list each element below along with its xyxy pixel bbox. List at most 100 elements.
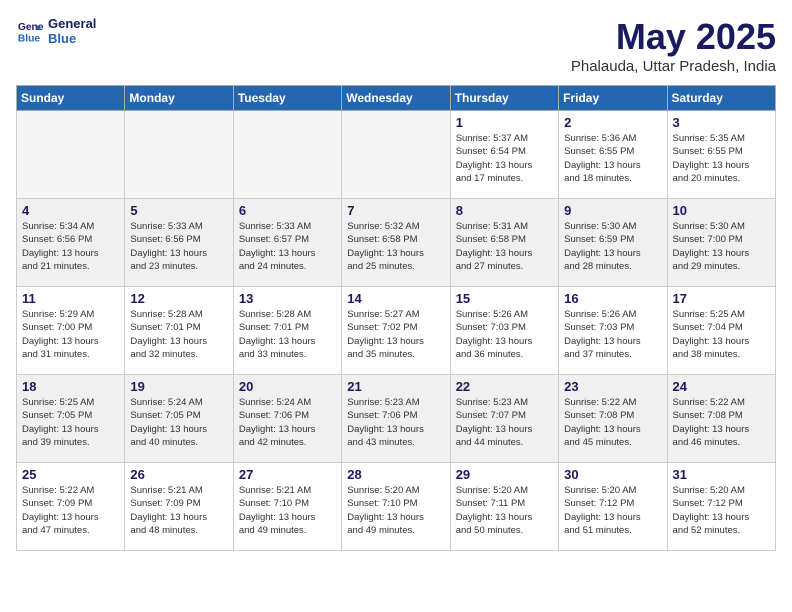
day-number: 27 — [239, 467, 336, 482]
day-detail: Sunrise: 5:23 AM Sunset: 7:06 PM Dayligh… — [347, 396, 444, 449]
calendar-cell: 26 Sunrise: 5:21 AM Sunset: 7:09 PM Dayli… — [125, 463, 233, 551]
day-detail: Sunrise: 5:33 AM Sunset: 6:57 PM Dayligh… — [239, 220, 336, 273]
day-detail: Sunrise: 5:27 AM Sunset: 7:02 PM Dayligh… — [347, 308, 444, 361]
day-detail: Sunrise: 5:36 AM Sunset: 6:55 PM Dayligh… — [564, 132, 661, 185]
calendar-cell: 13 Sunrise: 5:28 AM Sunset: 7:01 PM Dayli… — [233, 287, 341, 375]
calendar-cell: 20Sunrise: 5:24 AM Sunset: 7:06 PM Dayli… — [233, 375, 341, 463]
day-detail: Sunrise: 5:25 AM Sunset: 7:05 PM Dayligh… — [22, 396, 119, 449]
day-detail: Sunrise: 5:28 AM Sunset: 7:01 PM Dayligh… — [239, 308, 336, 361]
day-number: 14 — [347, 291, 444, 306]
day-detail: Sunrise: 5:20 AM Sunset: 7:12 PM Dayligh… — [673, 484, 770, 537]
calendar-cell: 25 Sunrise: 5:22 AM Sunset: 7:09 PM Dayli… — [17, 463, 125, 551]
day-detail: Sunrise: 5:22 AM Sunset: 7:08 PM Dayligh… — [564, 396, 661, 449]
day-number: 16 — [564, 291, 661, 306]
calendar-cell: 21 Sunrise: 5:23 AM Sunset: 7:06 PM Dayli… — [342, 375, 450, 463]
day-detail: Sunrise: 5:26 AM Sunset: 7:03 PM Dayligh… — [564, 308, 661, 361]
svg-text:General: General — [18, 22, 44, 33]
month-year-title: May 2025 — [571, 16, 776, 58]
day-number: 9 — [564, 203, 661, 218]
day-number: 1 — [456, 115, 553, 130]
calendar-cell — [233, 111, 341, 199]
day-number: 23 — [564, 379, 661, 394]
logo-icon: General Blue — [16, 17, 44, 45]
day-detail: Sunrise: 5:31 AM Sunset: 6:58 PM Dayligh… — [456, 220, 553, 273]
calendar-cell: 18 Sunrise: 5:25 AM Sunset: 7:05 PM Dayli… — [17, 375, 125, 463]
calendar-cell: 30Sunrise: 5:20 AM Sunset: 7:12 PM Dayli… — [559, 463, 667, 551]
calendar-cell: 31Sunrise: 5:20 AM Sunset: 7:12 PM Dayli… — [667, 463, 775, 551]
day-number: 7 — [347, 203, 444, 218]
day-number: 13 — [239, 291, 336, 306]
calendar-week-row: 4Sunrise: 5:34 AM Sunset: 6:56 PM Daylig… — [17, 199, 776, 287]
day-number: 19 — [130, 379, 227, 394]
calendar-cell: 8 Sunrise: 5:31 AM Sunset: 6:58 PM Daylig… — [450, 199, 558, 287]
day-number: 26 — [130, 467, 227, 482]
day-detail: Sunrise: 5:28 AM Sunset: 7:01 PM Dayligh… — [130, 308, 227, 361]
day-number: 25 — [22, 467, 119, 482]
calendar-cell: 14 Sunrise: 5:27 AM Sunset: 7:02 PM Dayli… — [342, 287, 450, 375]
day-detail: Sunrise: 5:21 AM Sunset: 7:10 PM Dayligh… — [239, 484, 336, 537]
day-number: 2 — [564, 115, 661, 130]
calendar-cell: 6 Sunrise: 5:33 AM Sunset: 6:57 PM Daylig… — [233, 199, 341, 287]
logo-line2: Blue — [48, 31, 96, 46]
day-number: 29 — [456, 467, 553, 482]
day-detail: Sunrise: 5:20 AM Sunset: 7:11 PM Dayligh… — [456, 484, 553, 537]
day-number: 28 — [347, 467, 444, 482]
day-number: 6 — [239, 203, 336, 218]
calendar-week-row: 18 Sunrise: 5:25 AM Sunset: 7:05 PM Dayli… — [17, 375, 776, 463]
calendar-table: SundayMondayTuesdayWednesdayThursdayFrid… — [16, 85, 776, 551]
day-detail: Sunrise: 5:20 AM Sunset: 7:10 PM Dayligh… — [347, 484, 444, 537]
weekday-header-tuesday: Tuesday — [233, 86, 341, 111]
day-number: 21 — [347, 379, 444, 394]
calendar-cell: 4Sunrise: 5:34 AM Sunset: 6:56 PM Daylig… — [17, 199, 125, 287]
day-number: 22 — [456, 379, 553, 394]
day-detail: Sunrise: 5:25 AM Sunset: 7:04 PM Dayligh… — [673, 308, 770, 361]
calendar-cell: 15Sunrise: 5:26 AM Sunset: 7:03 PM Dayli… — [450, 287, 558, 375]
day-detail: Sunrise: 5:30 AM Sunset: 7:00 PM Dayligh… — [673, 220, 770, 273]
day-detail: Sunrise: 5:20 AM Sunset: 7:12 PM Dayligh… — [564, 484, 661, 537]
day-detail: Sunrise: 5:26 AM Sunset: 7:03 PM Dayligh… — [456, 308, 553, 361]
calendar-cell — [17, 111, 125, 199]
calendar-cell: 1 Sunrise: 5:37 AM Sunset: 6:54 PM Daylig… — [450, 111, 558, 199]
calendar-cell: 28 Sunrise: 5:20 AM Sunset: 7:10 PM Dayli… — [342, 463, 450, 551]
day-detail: Sunrise: 5:37 AM Sunset: 6:54 PM Dayligh… — [456, 132, 553, 185]
day-detail: Sunrise: 5:34 AM Sunset: 6:56 PM Dayligh… — [22, 220, 119, 273]
day-detail: Sunrise: 5:29 AM Sunset: 7:00 PM Dayligh… — [22, 308, 119, 361]
logo: General Blue General Blue — [16, 16, 96, 46]
day-number: 8 — [456, 203, 553, 218]
day-number: 18 — [22, 379, 119, 394]
day-detail: Sunrise: 5:33 AM Sunset: 6:56 PM Dayligh… — [130, 220, 227, 273]
calendar-cell: 2 Sunrise: 5:36 AM Sunset: 6:55 PM Daylig… — [559, 111, 667, 199]
day-detail: Sunrise: 5:22 AM Sunset: 7:09 PM Dayligh… — [22, 484, 119, 537]
day-detail: Sunrise: 5:35 AM Sunset: 6:55 PM Dayligh… — [673, 132, 770, 185]
calendar-cell: 3Sunrise: 5:35 AM Sunset: 6:55 PM Daylig… — [667, 111, 775, 199]
weekday-header-monday: Monday — [125, 86, 233, 111]
calendar-cell: 11Sunrise: 5:29 AM Sunset: 7:00 PM Dayli… — [17, 287, 125, 375]
weekday-header-friday: Friday — [559, 86, 667, 111]
calendar-cell: 19Sunrise: 5:24 AM Sunset: 7:05 PM Dayli… — [125, 375, 233, 463]
calendar-cell: 10 Sunrise: 5:30 AM Sunset: 7:00 PM Dayli… — [667, 199, 775, 287]
calendar-cell: 22 Sunrise: 5:23 AM Sunset: 7:07 PM Dayli… — [450, 375, 558, 463]
calendar-cell: 9 Sunrise: 5:30 AM Sunset: 6:59 PM Daylig… — [559, 199, 667, 287]
calendar-cell: 7Sunrise: 5:32 AM Sunset: 6:58 PM Daylig… — [342, 199, 450, 287]
calendar-week-row: 1 Sunrise: 5:37 AM Sunset: 6:54 PM Daylig… — [17, 111, 776, 199]
page-header: General Blue General Blue May 2025 Phala… — [16, 16, 776, 75]
day-detail: Sunrise: 5:30 AM Sunset: 6:59 PM Dayligh… — [564, 220, 661, 273]
weekday-header-thursday: Thursday — [450, 86, 558, 111]
calendar-cell: 24Sunrise: 5:22 AM Sunset: 7:08 PM Dayli… — [667, 375, 775, 463]
calendar-cell: 27 Sunrise: 5:21 AM Sunset: 7:10 PM Dayli… — [233, 463, 341, 551]
calendar-week-row: 11Sunrise: 5:29 AM Sunset: 7:00 PM Dayli… — [17, 287, 776, 375]
calendar-cell: 17Sunrise: 5:25 AM Sunset: 7:04 PM Dayli… — [667, 287, 775, 375]
weekday-header-sunday: Sunday — [17, 86, 125, 111]
day-number: 10 — [673, 203, 770, 218]
day-number: 20 — [239, 379, 336, 394]
calendar-cell — [125, 111, 233, 199]
calendar-cell: 5 Sunrise: 5:33 AM Sunset: 6:56 PM Daylig… — [125, 199, 233, 287]
day-number: 24 — [673, 379, 770, 394]
calendar-cell: 23 Sunrise: 5:22 AM Sunset: 7:08 PM Dayli… — [559, 375, 667, 463]
day-number: 5 — [130, 203, 227, 218]
day-number: 12 — [130, 291, 227, 306]
calendar-cell: 12 Sunrise: 5:28 AM Sunset: 7:01 PM Dayli… — [125, 287, 233, 375]
weekday-header-row: SundayMondayTuesdayWednesdayThursdayFrid… — [17, 86, 776, 111]
day-detail: Sunrise: 5:21 AM Sunset: 7:09 PM Dayligh… — [130, 484, 227, 537]
day-detail: Sunrise: 5:23 AM Sunset: 7:07 PM Dayligh… — [456, 396, 553, 449]
